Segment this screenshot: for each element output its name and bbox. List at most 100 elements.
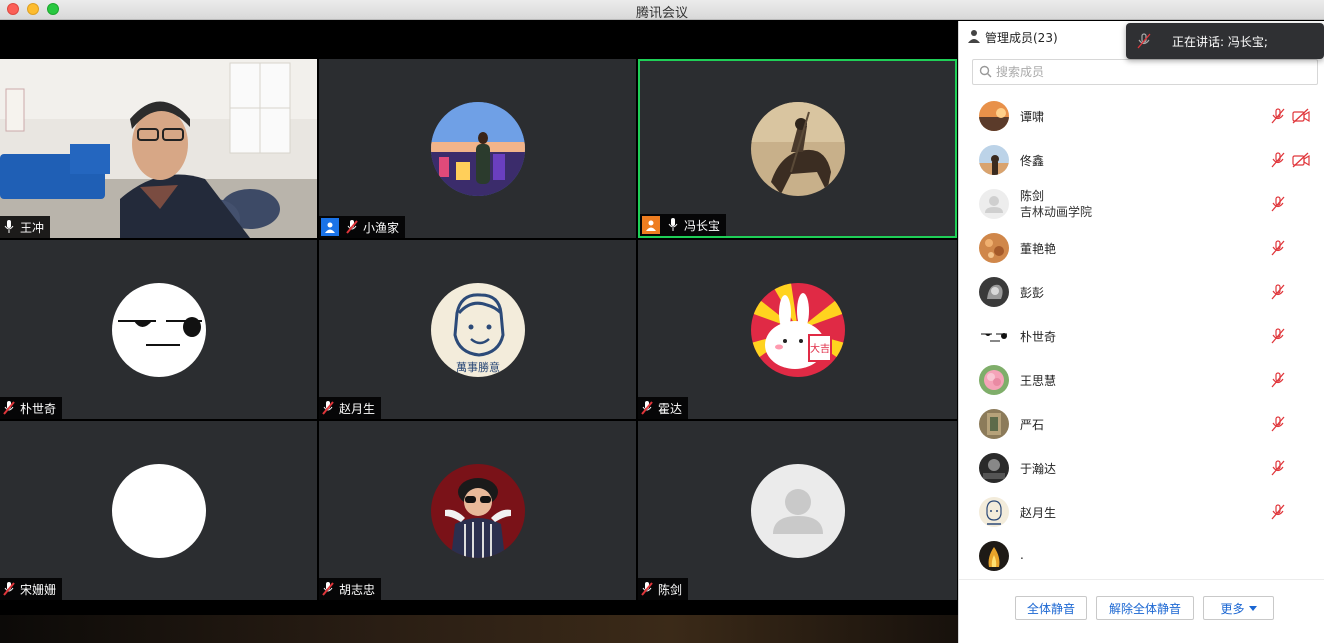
live-video-feed bbox=[0, 59, 317, 238]
panel-title: 管理成员(23) bbox=[985, 30, 1058, 45]
microphone-muted-icon[interactable] bbox=[1270, 240, 1286, 256]
video-tile[interactable]: 胡志忠 bbox=[319, 421, 636, 600]
participant-avatar bbox=[430, 101, 525, 196]
member-row[interactable]: 陈剑 吉林动画学院 bbox=[959, 182, 1324, 226]
avatar-lucky-text: 大吉 bbox=[810, 342, 830, 355]
participant-name: 冯长宝 bbox=[684, 218, 721, 233]
microphone-muted-icon[interactable] bbox=[1270, 284, 1286, 300]
member-avatar bbox=[979, 321, 1009, 351]
participant-avatar bbox=[111, 463, 206, 558]
more-button-label: 更多 bbox=[1220, 601, 1245, 616]
member-avatar bbox=[979, 409, 1009, 439]
participant-name-tag: 朴世奇 bbox=[0, 397, 63, 419]
member-name: 于瀚达 bbox=[1020, 462, 1057, 476]
member-row[interactable]: 谭啸 bbox=[959, 94, 1324, 138]
participant-name-tag: 宋姗姗 bbox=[0, 578, 63, 600]
microphone-muted-icon bbox=[345, 219, 359, 235]
member-search-input[interactable] bbox=[996, 65, 1296, 79]
camera-off-icon[interactable] bbox=[1292, 108, 1310, 124]
video-grid-area: 王冲 小渔家 冯长宝 朴世奇 萬事勝意 赵月生 大吉 霍达 宋姗姗 胡志忠 陈剑 bbox=[0, 21, 958, 643]
member-row[interactable]: 朴世奇 bbox=[959, 314, 1324, 358]
member-avatar bbox=[979, 145, 1009, 175]
mute-all-button[interactable]: 全体静音 bbox=[1015, 596, 1087, 620]
speaking-text: 正在讲话: 冯长宝; bbox=[1172, 34, 1268, 49]
microphone-muted-icon[interactable] bbox=[1270, 372, 1286, 388]
speaking-indicator-toast: 正在讲话: 冯长宝; bbox=[1126, 23, 1324, 59]
microphone-muted-icon bbox=[2, 581, 16, 597]
video-tile[interactable]: 陈剑 bbox=[638, 421, 957, 600]
more-button[interactable]: 更多 bbox=[1203, 596, 1274, 620]
member-row[interactable]: 彭彭 bbox=[959, 270, 1324, 314]
microphone-icon bbox=[666, 217, 680, 233]
participant-name: 赵月生 bbox=[339, 401, 376, 416]
video-tile[interactable]: 小渔家 bbox=[319, 59, 636, 238]
caret-down-icon bbox=[1248, 601, 1257, 615]
member-avatar bbox=[979, 497, 1009, 527]
avatar-motto-text: 萬事勝意 bbox=[456, 360, 500, 374]
member-row[interactable]: 于瀚达 bbox=[959, 446, 1324, 490]
participant-avatar bbox=[430, 463, 525, 558]
video-tile-active-speaker[interactable]: 冯长宝 bbox=[638, 59, 957, 238]
participant-name: 陈剑 bbox=[658, 582, 683, 597]
member-name: 谭啸 bbox=[1020, 110, 1045, 124]
member-avatar bbox=[979, 453, 1009, 483]
participant-avatar bbox=[111, 282, 206, 377]
member-name: 彭彭 bbox=[1020, 286, 1045, 300]
microphone-muted-icon[interactable] bbox=[1270, 504, 1286, 520]
member-row[interactable]: 董艳艳 bbox=[959, 226, 1324, 270]
member-avatar bbox=[979, 365, 1009, 395]
member-row[interactable]: 赵月生 bbox=[959, 490, 1324, 534]
video-tile[interactable]: 朴世奇 bbox=[0, 240, 317, 419]
member-avatar bbox=[979, 541, 1009, 571]
participant-name-tag: 霍达 bbox=[638, 397, 689, 419]
participant-name: 王冲 bbox=[20, 220, 45, 235]
video-tile[interactable]: 王冲 bbox=[0, 59, 317, 238]
member-avatar bbox=[979, 233, 1009, 263]
microphone-muted-icon bbox=[321, 400, 335, 416]
microphone-muted-icon[interactable] bbox=[1270, 108, 1286, 124]
microphone-icon bbox=[2, 219, 16, 235]
video-tile[interactable]: 大吉 霍达 bbox=[638, 240, 957, 419]
member-avatar bbox=[979, 101, 1009, 131]
member-name: . bbox=[1020, 548, 1024, 562]
microphone-muted-icon[interactable] bbox=[1270, 196, 1286, 212]
microphone-muted-icon[interactable] bbox=[1270, 416, 1286, 432]
unmute-all-button[interactable]: 解除全体静音 bbox=[1096, 596, 1194, 620]
camera-off-icon[interactable] bbox=[1292, 152, 1310, 168]
member-name: 严石 bbox=[1020, 418, 1045, 432]
participant-avatar: 大吉 bbox=[750, 282, 845, 377]
search-icon bbox=[979, 63, 992, 82]
participant-name: 朴世奇 bbox=[20, 401, 57, 416]
video-grid: 王冲 小渔家 冯长宝 朴世奇 萬事勝意 赵月生 大吉 霍达 宋姗姗 胡志忠 陈剑 bbox=[0, 59, 958, 600]
microphone-muted-icon bbox=[321, 581, 335, 597]
member-name: 赵月生 bbox=[1020, 506, 1057, 520]
participant-name-tag: 冯长宝 bbox=[640, 214, 727, 236]
microphone-muted-icon[interactable] bbox=[1270, 460, 1286, 476]
host-icon bbox=[642, 216, 660, 234]
participant-avatar bbox=[750, 463, 845, 558]
member-row[interactable]: . bbox=[959, 534, 1324, 578]
microphone-muted-icon bbox=[640, 581, 654, 597]
member-row[interactable]: 严石 bbox=[959, 402, 1324, 446]
member-organization: 吉林动画学院 bbox=[1020, 205, 1093, 219]
member-row[interactable]: 佟鑫 bbox=[959, 138, 1324, 182]
member-name: 朴世奇 bbox=[1020, 330, 1057, 344]
microphone-muted-icon bbox=[1136, 33, 1152, 49]
participant-name-tag: 赵月生 bbox=[319, 397, 382, 419]
meeting-window: 腾讯会议 王冲 小渔家 冯长宝 朴世奇 萬事勝意 赵月生 大吉 霍达 宋姗姗 胡… bbox=[0, 0, 1324, 643]
member-list: 谭啸 佟鑫 陈剑 吉林动画学院 董艳艳 彭彭 朴世奇 王思慧 严石 于瀚达 赵月… bbox=[959, 94, 1324, 582]
member-row[interactable]: 王思慧 bbox=[959, 358, 1324, 402]
participant-name-tag: 陈剑 bbox=[638, 578, 689, 600]
video-tile[interactable]: 宋姗姗 bbox=[0, 421, 317, 600]
participant-name: 胡志忠 bbox=[339, 582, 376, 597]
member-search-box[interactable] bbox=[972, 59, 1318, 85]
cohost-icon bbox=[321, 218, 339, 236]
participant-avatar bbox=[750, 101, 845, 196]
microphone-muted-icon[interactable] bbox=[1270, 328, 1286, 344]
microphone-muted-icon[interactable] bbox=[1270, 152, 1286, 168]
member-name: 王思慧 bbox=[1020, 374, 1057, 388]
participant-name: 宋姗姗 bbox=[20, 582, 57, 597]
desktop-background-strip bbox=[0, 615, 958, 643]
video-tile[interactable]: 萬事勝意 赵月生 bbox=[319, 240, 636, 419]
member-name: 佟鑫 bbox=[1020, 154, 1045, 168]
